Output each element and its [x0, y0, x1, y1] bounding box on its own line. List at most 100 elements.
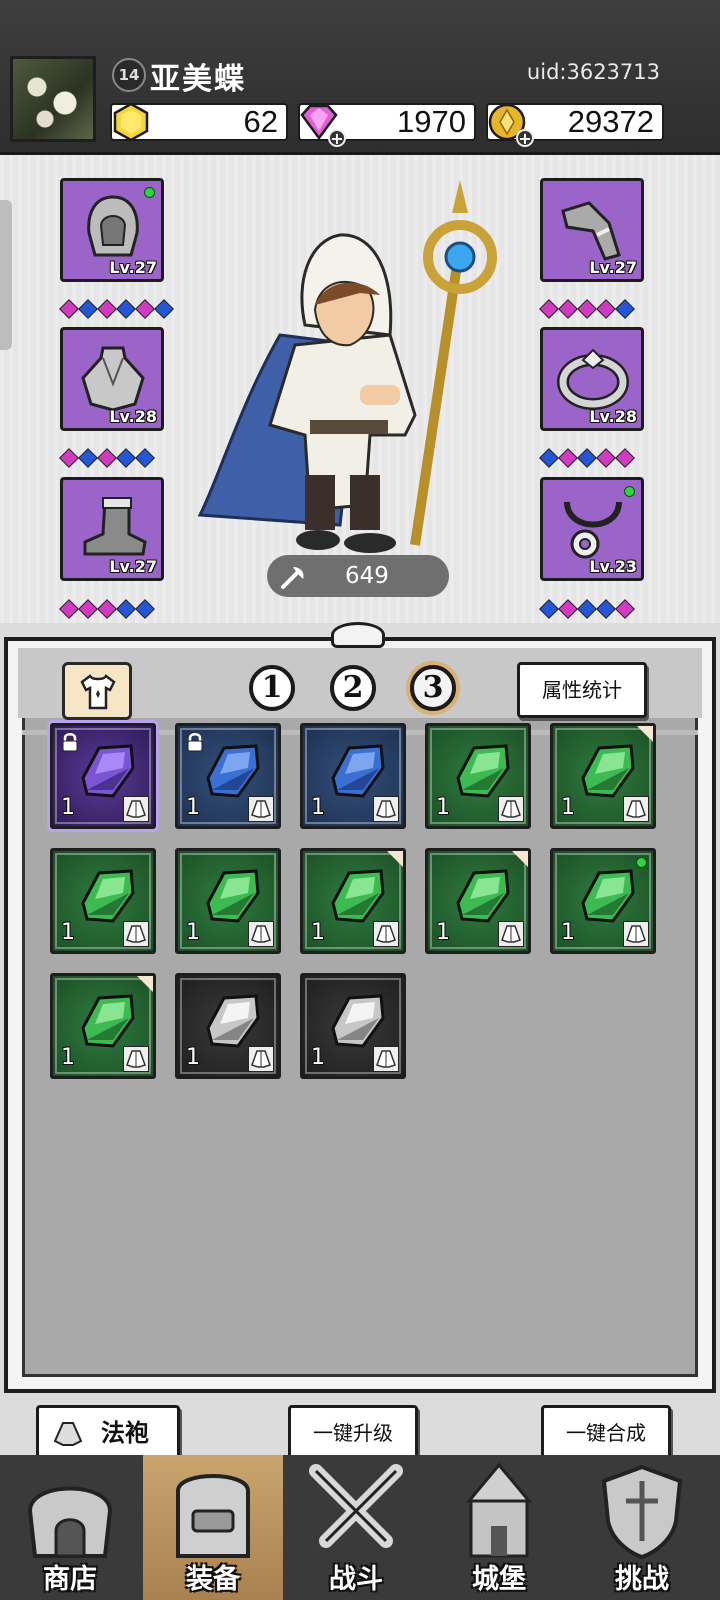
nav-shop[interactable]: 商店	[0, 1455, 140, 1600]
diamond-counter[interactable]: + 1970	[298, 103, 476, 147]
gem-icon	[81, 994, 135, 1048]
gem-icon	[81, 869, 135, 923]
item-count: 1	[61, 795, 75, 820]
inventory-gem-item[interactable]: 1	[50, 848, 156, 954]
nav-equipment[interactable]: 装备	[143, 1455, 283, 1600]
slot-level: Lv.27	[109, 258, 157, 277]
attribute-stats-button[interactable]: 属性统计	[517, 662, 647, 718]
robe-type-icon	[373, 921, 399, 947]
item-count: 1	[61, 1045, 75, 1070]
weapon-power-icon	[281, 567, 304, 589]
ring-icon	[557, 348, 629, 410]
cape-icon	[81, 346, 145, 412]
item-count: 1	[436, 795, 450, 820]
inventory-gem-item[interactable]: 1	[175, 973, 281, 1079]
sleeve-gem-sockets	[539, 299, 635, 319]
item-count: 1	[186, 1045, 200, 1070]
robe-type-icon	[123, 796, 149, 822]
add-coin-icon[interactable]: +	[516, 129, 534, 147]
inventory-gem-item[interactable]: 1	[425, 723, 531, 829]
lock-icon	[62, 733, 78, 752]
equip-slot-cape[interactable]: Lv.28	[60, 327, 164, 431]
merge-all-button[interactable]: 一键合成	[541, 1405, 671, 1461]
player-avatar[interactable]	[10, 56, 96, 142]
item-count: 1	[311, 1045, 325, 1070]
hero-character[interactable]	[190, 175, 520, 560]
nav-castle[interactable]: 城堡	[429, 1455, 569, 1600]
nav-battle[interactable]: 战斗	[286, 1455, 426, 1600]
slot-level: Lv.28	[589, 407, 637, 426]
equipment-bag-icon	[176, 1474, 250, 1558]
inventory-gem-item[interactable]: 1	[425, 848, 531, 954]
inventory-gem-item[interactable]: 1	[300, 723, 406, 829]
inventory-gem-item[interactable]: 1	[50, 973, 156, 1079]
robe-filter-button[interactable]: 法袍	[36, 1405, 180, 1461]
loadout-tab-1[interactable]: 1	[249, 665, 295, 711]
inventory-gem-item[interactable]: 1	[550, 848, 656, 954]
gem-icon	[581, 869, 635, 923]
item-alert-dot	[636, 857, 647, 868]
gem-icon	[81, 744, 135, 798]
panel-top-ornament	[331, 622, 385, 648]
hood-icon	[87, 195, 139, 257]
slot-level: Lv.27	[589, 258, 637, 277]
equip-slot-sleeve[interactable]: Lv.27	[540, 178, 644, 282]
shop-icon	[27, 1486, 113, 1558]
robe-type-icon	[498, 921, 524, 947]
player-name: 亚美蝶	[150, 62, 246, 97]
item-count: 1	[436, 920, 450, 945]
combat-power-value: 649	[345, 563, 389, 589]
nav-label: 战斗	[329, 1564, 383, 1595]
item-count: 1	[311, 795, 325, 820]
nav-challenge[interactable]: 挑战	[572, 1455, 712, 1600]
item-count: 1	[561, 795, 575, 820]
gem-icon	[456, 869, 510, 923]
gem-icon	[331, 869, 385, 923]
crossed-swords-icon	[309, 1464, 403, 1548]
inventory-gem-item[interactable]: 1	[175, 723, 281, 829]
equip-slot-boots[interactable]: Lv.27	[60, 477, 164, 581]
combat-power-display: 649	[267, 555, 449, 597]
gem-icon	[456, 744, 510, 798]
sleeve-icon	[561, 201, 621, 261]
nav-label: 城堡	[472, 1564, 526, 1595]
player-level-badge: 14	[112, 58, 146, 92]
robe-type-icon	[248, 921, 274, 947]
add-diamond-icon[interactable]: +	[328, 129, 346, 147]
robe-type-icon	[373, 796, 399, 822]
castle-icon	[465, 1462, 533, 1558]
loadout-tab-2[interactable]: 2	[330, 665, 376, 711]
upgrade-all-button[interactable]: 一键升级	[288, 1405, 418, 1461]
equip-slot-hood[interactable]: Lv.27	[60, 178, 164, 282]
slot-level: Lv.27	[109, 557, 157, 576]
gold-gem-counter: 62	[110, 102, 288, 142]
item-new-corner-marker	[137, 976, 153, 992]
inventory-gem-item[interactable]: 1	[175, 848, 281, 954]
player-uid: uid:3623713	[526, 60, 660, 84]
nav-label: 装备	[186, 1564, 240, 1595]
equip-slot-ring[interactable]: Lv.28	[540, 327, 644, 431]
inventory-gem-item[interactable]: 1	[300, 848, 406, 954]
lock-icon	[187, 733, 203, 752]
diamond-value: 1970	[397, 104, 466, 139]
slot-level: Lv.23	[589, 557, 637, 576]
gem-icon	[331, 744, 385, 798]
item-count: 1	[61, 920, 75, 945]
necklace-gem-sockets	[539, 599, 635, 619]
robe-type-icon	[123, 921, 149, 947]
gem-icon	[581, 744, 635, 798]
inventory-gem-item[interactable]: 1	[50, 723, 156, 829]
outfit-button[interactable]	[62, 662, 132, 720]
item-new-corner-marker	[387, 851, 403, 867]
gold-gem-icon	[113, 102, 149, 142]
inventory-gem-item[interactable]: 1	[300, 973, 406, 1079]
robe-filter-label: 法袍	[101, 1419, 149, 1447]
shirt-icon	[80, 674, 116, 710]
inventory-gem-item[interactable]: 1	[550, 723, 656, 829]
side-drawer-handle[interactable]	[0, 200, 12, 350]
loadout-tab-3[interactable]: 3	[410, 665, 456, 711]
nav-label: 挑战	[615, 1564, 669, 1595]
coin-value: 29372	[567, 104, 654, 139]
coin-counter[interactable]: + 29372	[486, 103, 664, 147]
equip-slot-necklace[interactable]: Lv.23	[540, 477, 644, 581]
